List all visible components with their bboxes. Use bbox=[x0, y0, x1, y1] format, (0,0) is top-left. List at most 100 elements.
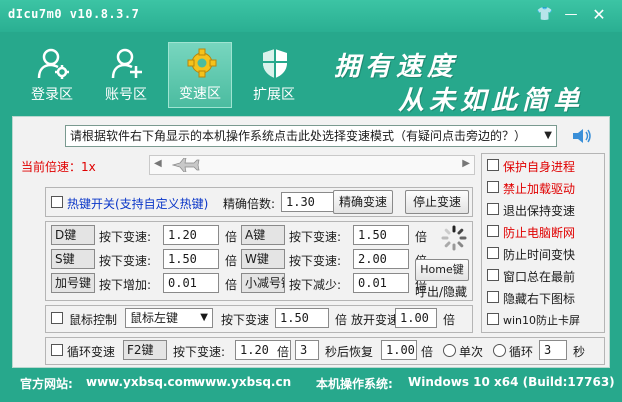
loop-restore-speed-input[interactable]: 1.00 bbox=[381, 340, 417, 360]
d-key-box[interactable]: D键 bbox=[51, 225, 95, 245]
loop-speed-checkbox[interactable] bbox=[51, 344, 63, 356]
loop-radio-label: 循环 bbox=[509, 345, 534, 359]
loop-radio[interactable] bbox=[493, 344, 506, 357]
d-key-speed-input[interactable]: 1.20 bbox=[163, 225, 219, 245]
minus-key-box[interactable]: 小减号键 bbox=[241, 273, 285, 293]
login-icon bbox=[37, 48, 69, 79]
loop-sec-unit: 秒 bbox=[573, 345, 586, 359]
tab-extension[interactable]: 扩展区 bbox=[242, 42, 306, 108]
mouse-press-label: 按下变速 bbox=[221, 313, 270, 327]
title-bar[interactable]: dIcu7m0 v10.8.3.7 👕 — ✕ bbox=[0, 0, 622, 32]
loop-restore-label: 秒后恢复 bbox=[325, 345, 374, 359]
app-window: dIcu7m0 v10.8.3.7 👕 — ✕ 登录区 账号区 变速区 扩展区 … bbox=[0, 0, 622, 402]
speed-panel: 请根据软件右下角显示的本机操作系统点击此处选择变速模式（有疑问点击旁边的？） ▼… bbox=[12, 116, 610, 368]
loop-press-label: 按下变速: bbox=[173, 345, 226, 359]
loop-seconds-input[interactable]: 3 bbox=[295, 340, 319, 360]
minus-key-label: 按下减少: bbox=[289, 278, 342, 292]
site-link-1[interactable]: www.yxbsq.com bbox=[86, 375, 195, 389]
s-key-speed-input[interactable]: 1.50 bbox=[163, 249, 219, 269]
mouse-release-speed-input[interactable]: 1.00 bbox=[395, 308, 437, 328]
speed-mode-select[interactable]: 请根据软件右下角显示的本机操作系统点击此处选择变速模式（有疑问点击旁边的？） ▼ bbox=[65, 125, 557, 147]
airplane-icon[interactable] bbox=[172, 158, 200, 172]
tab-speed[interactable]: 变速区 bbox=[168, 42, 232, 108]
mouse-control-label: 鼠标控制 bbox=[69, 313, 118, 327]
speaker-icon[interactable] bbox=[571, 127, 593, 145]
w-key-box[interactable]: W键 bbox=[241, 249, 285, 269]
current-speed: 当前倍速：1x bbox=[21, 158, 96, 175]
tab-account-label: 账号区 bbox=[105, 87, 147, 103]
loop-speed-label: 循环变速 bbox=[67, 345, 116, 359]
mouse-release-unit: 倍 bbox=[443, 313, 456, 327]
chevron-down-icon: ▼ bbox=[544, 130, 552, 141]
mouse-press-speed-input[interactable]: 1.50 bbox=[275, 308, 329, 328]
loop-restore-unit: 倍 bbox=[421, 345, 434, 359]
stop-speed-button[interactable]: 停止变速 bbox=[405, 190, 469, 214]
tab-login[interactable]: 登录区 bbox=[20, 42, 84, 108]
chevron-right-icon[interactable]: ▶ bbox=[462, 158, 470, 169]
current-speed-value: 1x bbox=[81, 160, 96, 174]
chevron-left-icon[interactable]: ◀ bbox=[154, 158, 162, 169]
plus-key-step-input[interactable]: 0.01 bbox=[163, 273, 219, 293]
option-label-6: 隐藏右下图标 bbox=[503, 292, 576, 306]
speed-slider[interactable]: ◀ ▶ bbox=[149, 155, 475, 175]
a-key-box[interactable]: A键 bbox=[241, 225, 285, 245]
w-key-press-label: 按下变速: bbox=[289, 254, 342, 268]
close-button[interactable]: ✕ bbox=[590, 6, 608, 24]
w-key-speed-input[interactable]: 2.00 bbox=[353, 249, 409, 269]
option-label-4: 防止时间变快 bbox=[503, 248, 576, 262]
s-key-press-label: 按下变速: bbox=[99, 254, 152, 268]
site-link-2[interactable]: www.yxbsq.cn bbox=[194, 375, 291, 389]
once-label: 单次 bbox=[459, 345, 484, 359]
once-radio[interactable] bbox=[443, 344, 456, 357]
hotkey-toggle-checkbox[interactable] bbox=[51, 196, 63, 208]
footer: 官方网站: www.yxbsq.com www.yxbsq.cn 本机操作系统:… bbox=[0, 372, 622, 394]
home-key-button[interactable]: Home键 bbox=[415, 259, 469, 281]
s-key-box[interactable]: S键 bbox=[51, 249, 95, 269]
option-checkbox-7[interactable] bbox=[487, 313, 499, 325]
precise-multiplier-input[interactable]: 1.30 bbox=[281, 192, 337, 212]
hotkey-toggle-label: 热键开关(支持自定义热键) bbox=[67, 197, 209, 211]
loop-key-box[interactable]: F2键 bbox=[123, 340, 167, 360]
speed-mode-value: 请根据软件右下角显示的本机操作系统点击此处选择变速模式（有疑问点击旁边的？） bbox=[70, 129, 527, 143]
plus-key-box[interactable]: 加号键 bbox=[51, 273, 95, 293]
a-key-press-label: 按下变速: bbox=[289, 230, 342, 244]
slogan-line1: 拥有速度 bbox=[334, 52, 459, 82]
tab-extension-label: 扩展区 bbox=[253, 87, 295, 103]
precise-speed-button[interactable]: 精确变速 bbox=[333, 190, 393, 214]
option-checkbox-0[interactable] bbox=[487, 159, 499, 171]
option-label-1: 禁止加载驱动 bbox=[503, 182, 576, 196]
a-key-unit: 倍 bbox=[415, 230, 428, 244]
account-icon bbox=[111, 48, 142, 79]
a-key-speed-input[interactable]: 1.50 bbox=[353, 225, 409, 245]
os-label: 本机操作系统: bbox=[316, 377, 393, 391]
mouse-button-select[interactable]: 鼠标左键 ▼ bbox=[125, 308, 213, 328]
tab-account[interactable]: 账号区 bbox=[94, 42, 158, 108]
mouse-control-checkbox[interactable] bbox=[51, 312, 63, 324]
option-label-0: 保护自身进程 bbox=[503, 160, 576, 174]
option-label-5: 窗口总在最前 bbox=[503, 270, 576, 284]
plus-key-label: 按下增加: bbox=[99, 278, 152, 292]
option-checkbox-1[interactable] bbox=[487, 181, 499, 193]
option-checkbox-4[interactable] bbox=[487, 247, 499, 259]
site-label: 官方网站: bbox=[20, 377, 73, 391]
minimize-button[interactable]: — bbox=[562, 6, 580, 24]
loop-count-input[interactable]: 3 bbox=[539, 340, 567, 360]
option-label-7: win10防止卡屏 bbox=[503, 314, 581, 327]
option-checkbox-2[interactable] bbox=[487, 203, 499, 215]
os-value: Windows 10 x64 (Build:17763) bbox=[408, 375, 615, 389]
skin-icon[interactable]: 👕 bbox=[536, 6, 554, 24]
tab-login-label: 登录区 bbox=[31, 87, 73, 103]
option-checkbox-3[interactable] bbox=[487, 225, 499, 237]
window-title: dIcu7m0 v10.8.3.7 bbox=[8, 7, 140, 21]
d-key-press-label: 按下变速: bbox=[99, 230, 152, 244]
precise-multiplier-label: 精确倍数: bbox=[223, 197, 276, 211]
option-checkbox-5[interactable] bbox=[487, 269, 499, 281]
mouse-press-unit: 倍 bbox=[335, 313, 348, 327]
plus-key-unit: 倍 bbox=[225, 278, 238, 292]
gear-icon bbox=[187, 48, 217, 78]
option-checkbox-6[interactable] bbox=[487, 291, 499, 303]
loop-press-unit: 倍 bbox=[277, 345, 290, 359]
shield-icon bbox=[263, 49, 287, 78]
loading-spinner-icon bbox=[441, 225, 467, 251]
minus-key-step-input[interactable]: 0.01 bbox=[353, 273, 409, 293]
